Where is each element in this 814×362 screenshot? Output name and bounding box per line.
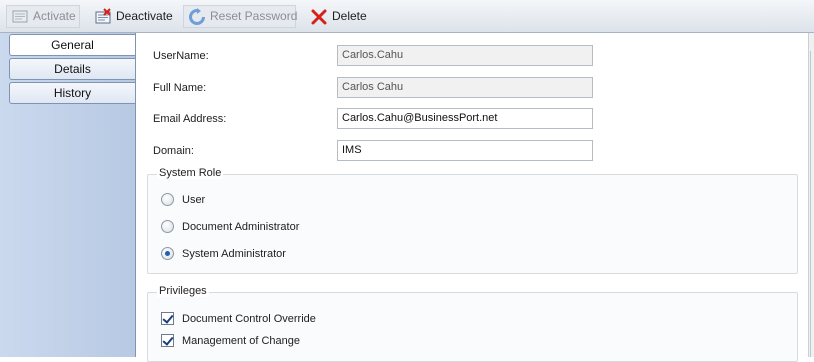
deactivate-label: Deactivate <box>116 9 173 23</box>
reset-password-label: Reset Password <box>210 9 298 23</box>
reset-password-button[interactable]: Reset Password <box>183 5 298 28</box>
refresh-icon <box>188 7 206 26</box>
fullname-label: Full Name: <box>153 82 207 94</box>
deactivate-button[interactable]: Deactivate <box>90 5 179 28</box>
system-role-title: System Role <box>157 167 224 179</box>
activate-button[interactable]: Activate <box>6 5 80 28</box>
radio-button-selected[interactable] <box>161 247 174 260</box>
red-x-icon <box>310 8 328 26</box>
privilege-document-control-override-label: Document Control Override <box>182 312 316 325</box>
checkbox[interactable] <box>161 312 174 325</box>
document-check-icon <box>11 8 29 26</box>
privilege-management-of-change-label: Management of Change <box>182 334 301 347</box>
privilege-document-control-override[interactable]: Document Control Override <box>161 312 316 325</box>
privileges-title: Privileges <box>157 285 209 297</box>
username-label: UserName: <box>153 50 209 62</box>
delete-button[interactable]: Delete <box>306 5 373 28</box>
domain-field[interactable]: IMS <box>337 140 593 161</box>
role-document-admin-radio[interactable]: Document Administrator <box>161 220 299 233</box>
activate-label: Activate <box>33 9 76 23</box>
toolbar: Activate Deactivate Reset Password Delet… <box>0 0 814 33</box>
scrollbar-edge[interactable] <box>808 33 814 357</box>
checkbox[interactable] <box>161 334 174 347</box>
privileges-group <box>147 292 798 362</box>
username-field[interactable]: Carlos.Cahu <box>337 45 593 66</box>
document-x-icon <box>94 7 112 26</box>
domain-label: Domain: <box>153 145 194 157</box>
tab-general[interactable]: General <box>9 34 135 56</box>
radio-button[interactable] <box>161 220 174 233</box>
role-user-radio[interactable]: User <box>161 193 205 206</box>
tab-history[interactable]: History <box>9 82 135 104</box>
fullname-field[interactable]: Carlos Cahu <box>337 77 593 98</box>
role-system-admin-label: System Administrator <box>182 247 286 260</box>
role-system-admin-radio[interactable]: System Administrator <box>161 247 286 260</box>
email-field[interactable]: Carlos.Cahu@BusinessPort.net <box>337 108 593 129</box>
role-document-admin-label: Document Administrator <box>182 220 300 233</box>
email-label: Email Address: <box>153 113 227 125</box>
privilege-management-of-change[interactable]: Management of Change <box>161 334 300 347</box>
role-user-label: User <box>182 193 206 206</box>
radio-button[interactable] <box>161 193 174 206</box>
tab-details[interactable]: Details <box>9 58 135 80</box>
delete-label: Delete <box>332 9 367 23</box>
